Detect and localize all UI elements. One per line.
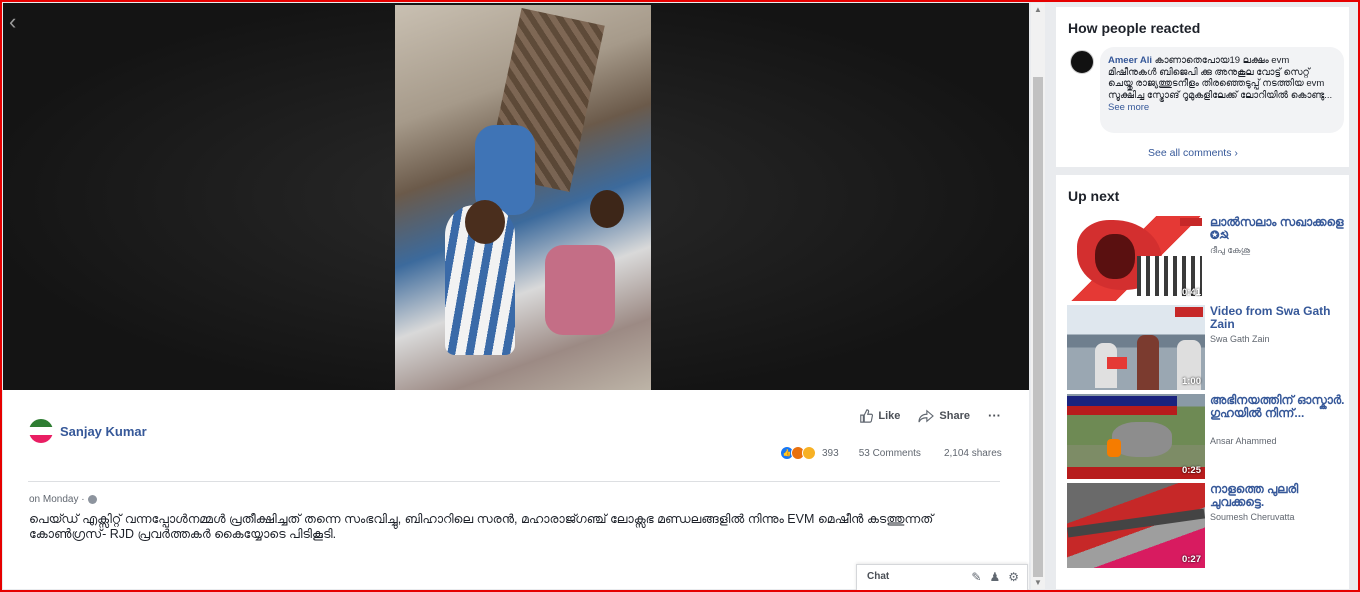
how-people-reacted-card: How people reacted Ameer Ali കാണാതെപോയ19… [1056,7,1349,167]
like-button[interactable]: Like [859,408,901,423]
thumb-badge [1180,218,1202,226]
more-options-button[interactable]: ··· [988,408,1001,423]
see-all-comments-link[interactable]: See all comments › [1148,147,1238,159]
up-next-card: Up next 0:41 ലാൽസലാം സഖാക്കളെ ✪☭ ദീപു കേ… [1056,175,1349,589]
divider [28,481,1000,482]
commenter-name[interactable]: Ameer Ali [1108,55,1152,66]
thumb-badge [1175,307,1203,317]
thumb-shape [1067,396,1177,406]
right-sidebar: How people reacted Ameer Ali കാണാതെപോയ19… [1048,3,1349,589]
video-scene-head [465,200,505,244]
video-item[interactable]: 0:27 നാളത്തെ പുലരി ചുവക്കട്ടെ. Soumesh C… [1067,483,1347,568]
commenter-avatar[interactable] [1070,50,1094,74]
author-avatar[interactable] [29,419,53,443]
comment-bubble: Ameer Ali കാണാതെപോയ19 ലക്ഷം evm മിഷീനുകൾ… [1100,47,1344,133]
post-timestamp[interactable]: on Monday · [29,494,85,505]
chevron-right-icon: › [1234,147,1238,159]
scroll-up-icon[interactable]: ▲ [1034,5,1042,14]
post-panel: Sanjay Kumar Like Share ··· 👍 393 53 Com… [3,390,1029,591]
more-dots-icon: ··· [988,408,1001,423]
comments-count[interactable]: 53 Comments [859,448,921,459]
thumb-shape [1112,422,1172,457]
video-duration: 0:27 [1181,554,1201,565]
video-scene-person [545,245,615,335]
thumb-shape [1137,335,1159,390]
reaction-icons[interactable]: 👍 [780,446,816,460]
video-title[interactable]: നാളത്തെ പുലരി ചുവക്കട്ടെ. [1210,483,1345,508]
see-more-link[interactable]: See more [1108,102,1336,114]
thumb-shape [1107,439,1121,457]
reaction-count[interactable]: 393 [822,448,839,459]
wow-reaction-icon [802,446,816,460]
video-title[interactable]: അഭിനയത്തിന് ഓസ്കാർ. ഗുഹയിൽ നിന്ന്... [1210,394,1345,419]
thumb-shape [1067,508,1205,538]
video-player[interactable]: ‹ [3,3,1029,390]
share-label: Share [939,409,970,422]
thumb-shape [1067,406,1177,415]
video-duration: 0:41 [1181,287,1201,298]
post-text: പെയ്ഡ് എക്സിറ്റ് വന്നപ്പോൾനമ്മൾ പ്രതീക്ഷ… [29,512,934,541]
video-title[interactable]: ലാൽസലാം സഖാക്കളെ ✪☭ [1210,216,1345,241]
video-duration: 0:25 [1181,465,1201,476]
video-frame[interactable] [395,5,651,390]
globe-icon [87,495,97,504]
video-thumbnail[interactable]: 0:27 [1067,483,1205,568]
compose-icon[interactable]: ✎ [971,570,981,584]
post-time: on Monday · [29,494,97,505]
video-channel[interactable]: Ansar Ahammed [1210,436,1277,446]
back-arrow-icon[interactable]: ‹ [9,11,16,33]
share-button[interactable]: Share [918,409,970,423]
thumb-shape [1095,234,1135,279]
like-label: Like [878,409,901,422]
post-actions: Like Share ··· [859,408,1001,423]
chat-icons: ✎ ♟ ⚙ [971,570,1019,584]
video-thumbnail[interactable]: 0:25 [1067,394,1205,479]
video-thumbnail[interactable]: 0:41 [1067,216,1205,301]
video-duration: 1:00 [1181,376,1201,387]
video-channel[interactable]: Soumesh Cheruvatta [1210,512,1295,522]
up-next-title: Up next [1068,188,1120,204]
post-stats: 👍 393 53 Comments 2,104 shares [780,446,1002,460]
shares-count[interactable]: 2,104 shares [944,448,1002,459]
author-name[interactable]: Sanjay Kumar [60,424,147,439]
see-all-label: See all comments [1148,147,1232,159]
video-item[interactable]: 0:41 ലാൽസലാം സഖാക്കളെ ✪☭ ദീപു കേശു [1067,216,1347,301]
video-thumbnail[interactable]: 1:00 [1067,305,1205,390]
main-scrollbar[interactable]: ▲ ▼ [1031,3,1045,589]
video-channel[interactable]: ദീപു കേശു [1210,245,1250,256]
thumbs-up-icon [860,408,874,423]
video-scene-head [590,190,624,228]
video-channel[interactable]: Swa Gath Zain [1210,334,1270,344]
video-title[interactable]: Video from Swa Gath Zain [1210,305,1345,330]
gear-icon[interactable]: ⚙ [1008,570,1019,584]
how-people-reacted-title: How people reacted [1068,20,1201,36]
thumb-shape [1107,357,1127,369]
video-item[interactable]: 0:25 അഭിനയത്തിന് ഓസ്കാർ. ഗുഹയിൽ നിന്ന്..… [1067,394,1347,479]
scrollbar-thumb[interactable] [1033,77,1043,577]
video-item[interactable]: 1:00 Video from Swa Gath Zain Swa Gath Z… [1067,305,1347,390]
share-arrow-icon [918,409,935,422]
scroll-down-icon[interactable]: ▼ [1034,578,1042,587]
people-icon[interactable]: ♟ [989,570,1000,584]
chat-label: Chat [867,571,890,582]
chat-bar[interactable]: Chat ✎ ♟ ⚙ [856,564,1028,591]
